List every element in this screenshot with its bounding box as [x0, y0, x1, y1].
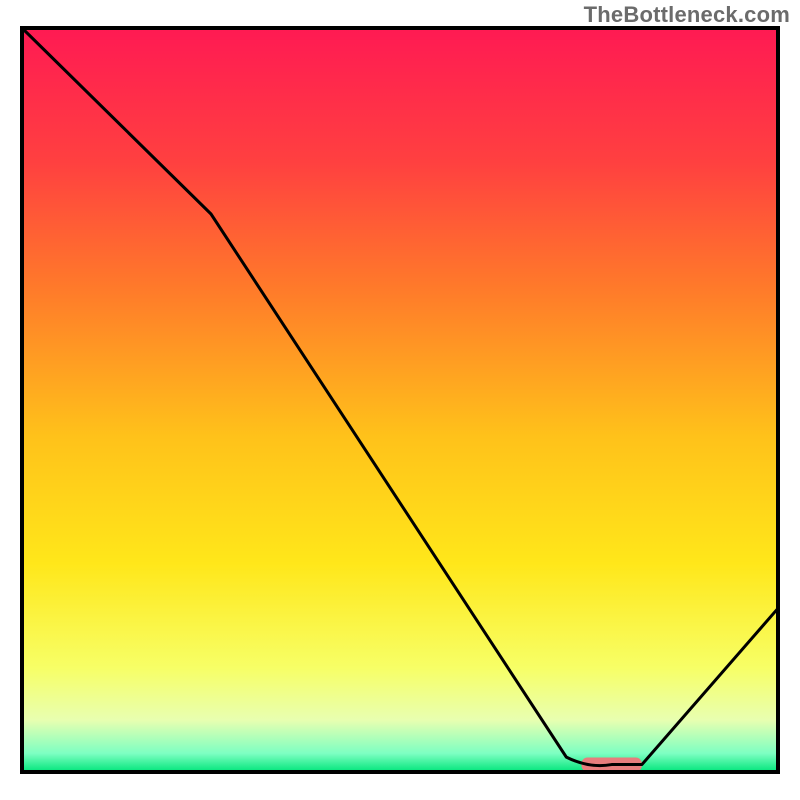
watermark-text: TheBottleneck.com — [584, 2, 790, 28]
chart-frame: TheBottleneck.com — [0, 0, 800, 800]
bottleneck-chart — [0, 0, 800, 800]
